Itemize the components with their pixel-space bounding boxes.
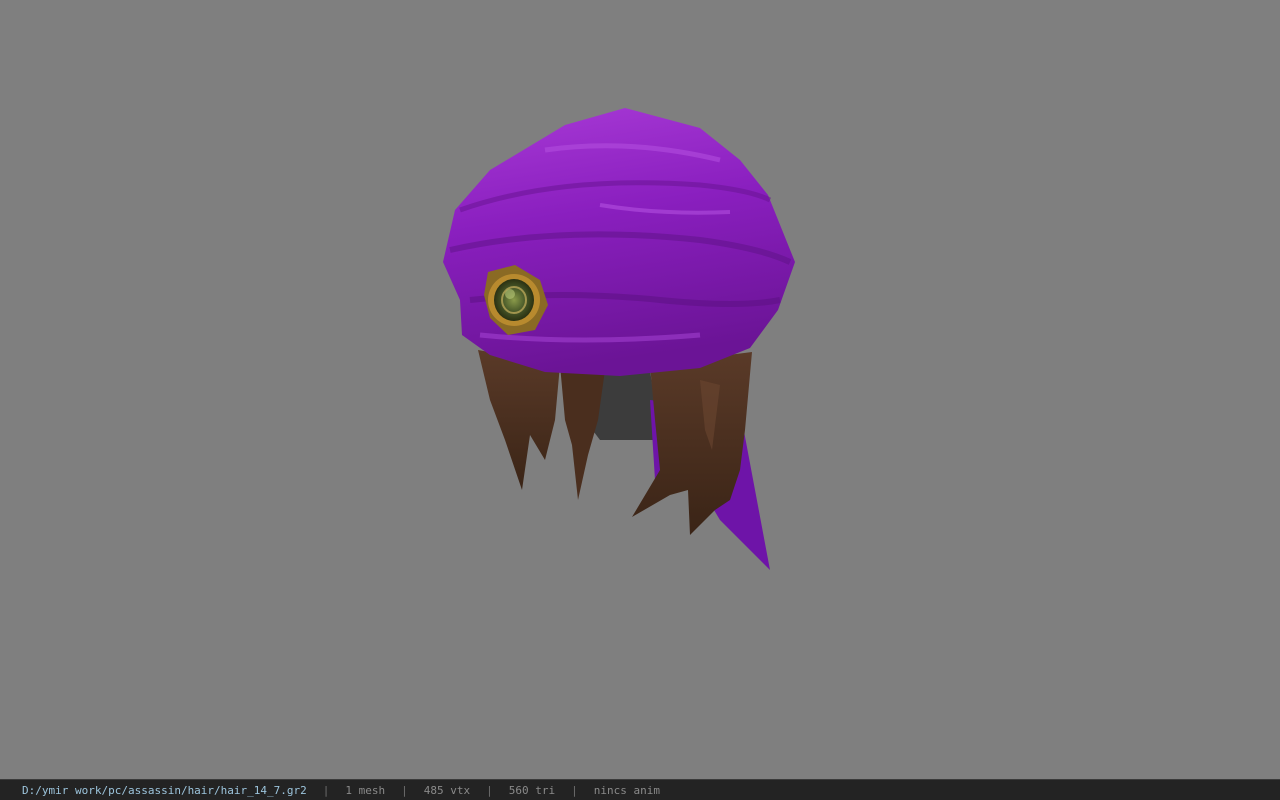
3d-viewport[interactable] [0,0,1280,779]
status-separator: | [571,783,578,797]
status-separator: | [322,783,330,797]
file-path-label: D:/ymir work/pc/assassin/hair/hair_14_7.… [22,783,307,797]
vertex-count-label: 485 vtx [423,783,471,797]
hair-mesh-icon [443,108,795,570]
mesh-count-label: 1 mesh [345,783,386,797]
status-separator: | [401,783,408,797]
triangle-count-label: 560 tri [508,783,556,797]
status-separator: | [486,783,493,797]
gem-highlight-shape [505,289,515,299]
status-bar: D:/ymir work/pc/assassin/hair/hair_14_7.… [0,779,1280,800]
anim-status-label: nincs anim [593,783,660,797]
gem-icon [494,279,534,321]
